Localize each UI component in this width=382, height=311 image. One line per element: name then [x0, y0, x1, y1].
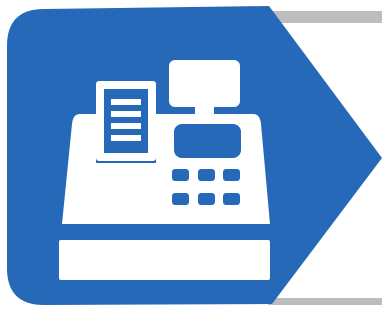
- receipt-panel: [104, 89, 148, 153]
- cash-register-graphic: [0, 0, 382, 311]
- register-key: [223, 193, 240, 205]
- cash-register-graphic-svg: [7, 6, 382, 305]
- register-cash-drawer: [59, 240, 270, 280]
- receipt-line-4: [111, 135, 141, 141]
- register-key: [198, 169, 215, 181]
- receipt-line-2: [111, 111, 141, 117]
- register-key: [172, 193, 189, 205]
- receipt-line-1: [111, 99, 141, 105]
- register-display-screen: [169, 60, 240, 107]
- receipt-line-3: [111, 123, 141, 129]
- register-key: [172, 169, 189, 181]
- register-key: [223, 169, 240, 181]
- register-keypad-screen: [174, 124, 241, 158]
- register-key: [198, 193, 215, 205]
